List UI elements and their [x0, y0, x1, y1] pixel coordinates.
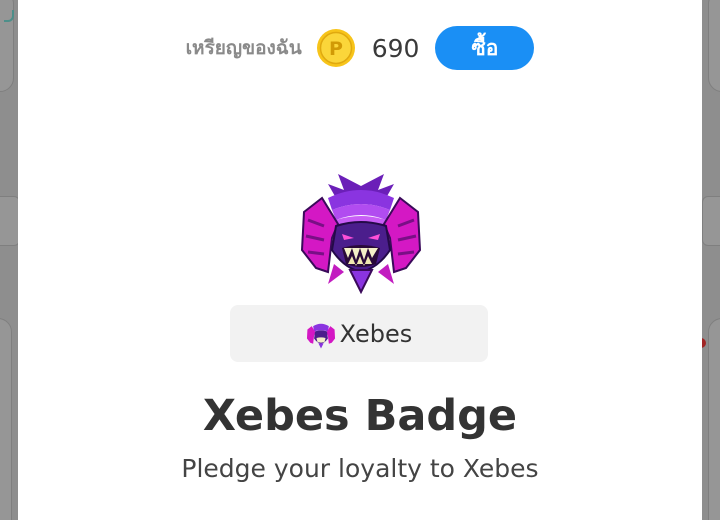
badge-name: Xebes: [339, 319, 413, 348]
badge-title: Xebes Badge: [202, 391, 518, 441]
coin-letter: P: [329, 38, 343, 60]
badge-modal: เหรียญของฉัน P 690 ซื้อ Xebes Xebes Badg…: [18, 0, 702, 520]
coin-balance: 690: [371, 33, 420, 63]
coin-icon: P: [316, 29, 355, 67]
demon-mask-icon: [300, 174, 422, 294]
buy-coins-button[interactable]: ซื้อ: [435, 26, 535, 70]
background-card: [0, 196, 20, 246]
my-coins-label: เหรียญของฉัน: [185, 37, 302, 59]
background-card: [708, 318, 720, 520]
badge-name-chip: Xebes: [230, 305, 488, 362]
background-card: [708, 0, 720, 92]
wallet-bar: เหรียญของฉัน P 690 ซื้อ: [18, 26, 702, 70]
background-card: [702, 196, 720, 246]
demon-mask-icon: [306, 323, 335, 349]
background-card: [0, 318, 12, 520]
badge-description: Pledge your loyalty to Xebes: [181, 454, 539, 483]
